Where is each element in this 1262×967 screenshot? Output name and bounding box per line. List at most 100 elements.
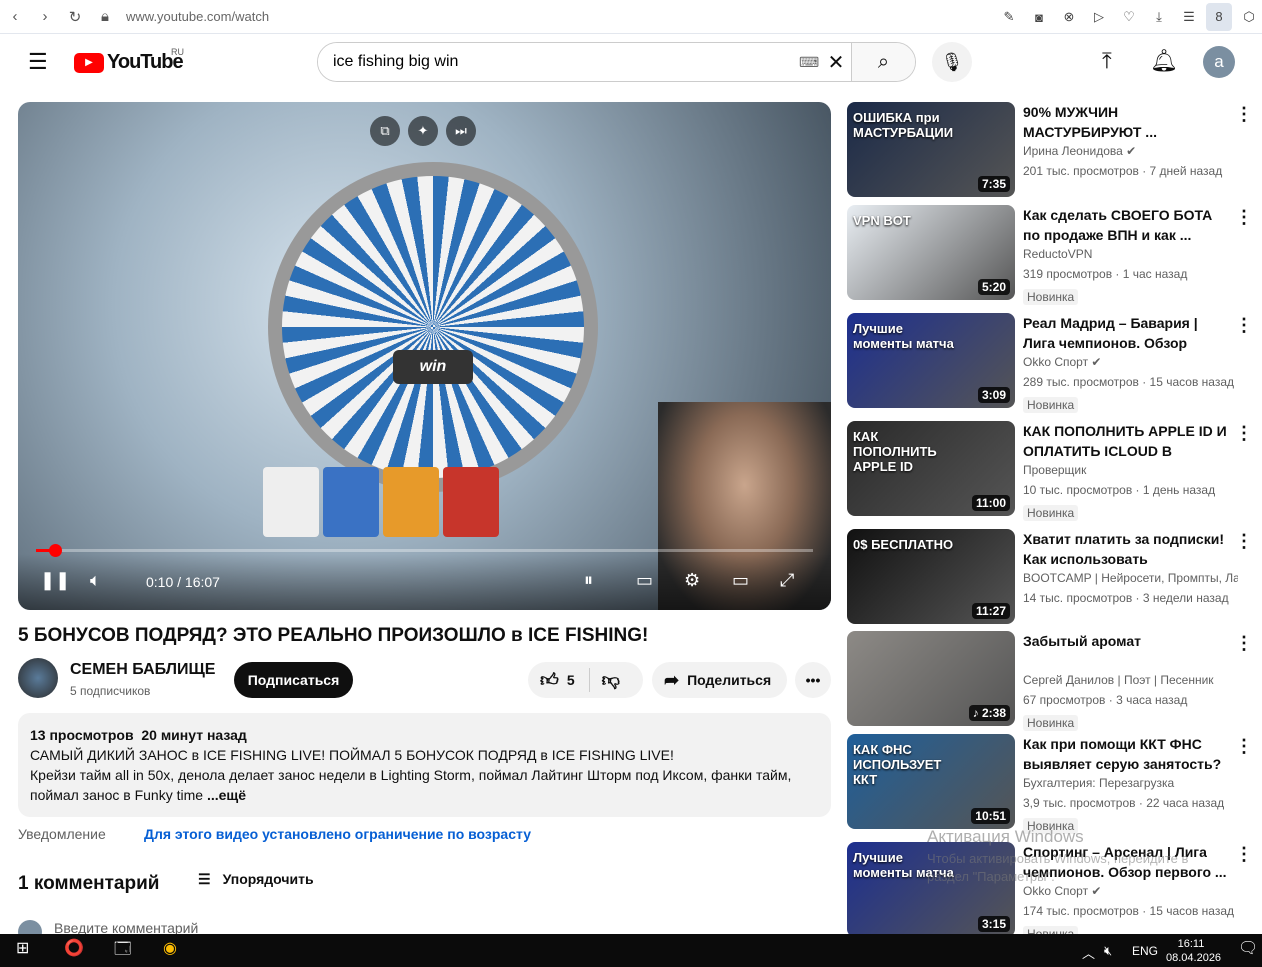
youtube-logo[interactable]: ▶ YouTube	[74, 51, 184, 74]
related-video-channel[interactable]: ReductoVPN	[1023, 247, 1238, 261]
related-video-title[interactable]: КАК ПОПОЛНИТЬ APPLE ID И ОПЛАТИТЬ ICLOUD…	[1023, 421, 1233, 461]
description-box[interactable]: 13 просмотров 20 минут назад САМЫЙ ДИКИЙ…	[18, 713, 831, 817]
subtitles-icon[interactable]: ▭	[636, 570, 653, 591]
search-button[interactable]: ⌕	[851, 43, 915, 81]
forward-icon[interactable]: ›	[30, 8, 60, 25]
avatar[interactable]: a	[1203, 46, 1235, 78]
related-video-channel[interactable]: Сергей Данилов | Поэт | Песенник	[1023, 673, 1238, 687]
keyboard-icon[interactable]: ⌨	[799, 54, 821, 71]
related-video-title[interactable]: Спортинг – Арсенал | Лига чемпионов. Обз…	[1023, 842, 1233, 882]
tray-chevron-icon[interactable]: ︿	[1082, 943, 1095, 962]
related-video-item[interactable]: ♪ 2:38 Забытый аромат Сергей Данилов | П…	[847, 631, 1257, 731]
windows-start-icon[interactable]: ⊞	[16, 938, 29, 958]
mute-icon[interactable]: 🔇︎	[1104, 943, 1112, 959]
subscribe-button[interactable]: Подписаться	[234, 662, 353, 698]
related-video-channel[interactable]: Бухгалтерия: Перезагрузка	[1023, 776, 1238, 790]
related-video-title[interactable]: Хватит платить за подписки! Как использо…	[1023, 529, 1233, 569]
related-video-title[interactable]: Реал Мадрид – Бавария | Лига чемпионов. …	[1023, 313, 1233, 353]
age-restriction-link[interactable]: Для этого видео установлено ограничение …	[144, 826, 531, 842]
related-video-item[interactable]: Лучшие моменты матча 3:15 Спортинг – Арс…	[847, 842, 1257, 942]
address-bar[interactable]: www.youtube.com/watch	[126, 9, 269, 24]
kebab-menu-icon[interactable]: ⋮	[1235, 104, 1253, 125]
camera-icon[interactable]: ◙	[1026, 10, 1052, 25]
related-video-channel[interactable]: BOOTCAMP | Нейросети, Промпты, Ла...	[1023, 571, 1238, 585]
play-icon[interactable]: ▷	[1086, 9, 1112, 25]
video-thumbnail[interactable]: ОШИБКА при МАСТУРБАЦИИ 7:35	[847, 102, 1015, 197]
video-player[interactable]: win ⧉ ✦ ⏭ ❚❚ 🔈︎ 0:10 / 16:07 ⏸ ▭ ⚙ ▭ ⤢	[18, 102, 831, 610]
duration-badge: 10:51	[971, 808, 1010, 824]
language-indicator[interactable]: ENG	[1132, 944, 1158, 958]
show-more-link[interactable]: ...ещё	[207, 787, 246, 803]
related-video-item[interactable]: 0$ БЕСПЛАТНО 11:27 Хватит платить за под…	[847, 529, 1257, 629]
edit-icon[interactable]: ✎	[996, 9, 1022, 25]
kebab-menu-icon[interactable]: ⋮	[1235, 844, 1253, 865]
progress-bar[interactable]	[36, 544, 813, 557]
clock[interactable]: 16:11 08.04.2026	[1166, 937, 1221, 965]
cube-icon[interactable]: ⬡	[1236, 9, 1262, 25]
chrome-icon[interactable]: ◉	[163, 938, 177, 958]
reload-icon[interactable]: ↻	[60, 8, 90, 26]
fullscreen-icon[interactable]: ⤢	[780, 570, 794, 591]
volume-icon[interactable]: 🔈︎	[90, 570, 101, 591]
kebab-menu-icon[interactable]: ⋮	[1235, 736, 1253, 757]
kebab-menu-icon[interactable]: ⋮	[1235, 531, 1253, 552]
video-thumbnail[interactable]: КАК ФНС ИСПОЛЬЗУЕТ ККТ 10:51	[847, 734, 1015, 829]
related-video-title[interactable]: Как при помощи ККТ ФНС выявляет серую за…	[1023, 734, 1233, 774]
miniplayer-icon[interactable]: ⧉	[370, 116, 400, 146]
heart-icon[interactable]: ♡	[1116, 9, 1142, 25]
video-thumbnail[interactable]: Лучшие моменты матча 3:09	[847, 313, 1015, 408]
autoplay-toggle[interactable]: ⏸	[584, 570, 593, 591]
settings-gear-icon[interactable]: ⚙	[684, 570, 700, 591]
related-video-item[interactable]: Лучшие моменты матча 3:09 Реал Мадрид – …	[847, 313, 1257, 413]
kebab-menu-icon[interactable]: ⋮	[1235, 423, 1253, 444]
kebab-menu-icon[interactable]: ⋮	[1235, 207, 1253, 228]
related-video-channel[interactable]: Проверщик	[1023, 463, 1238, 477]
pause-icon[interactable]: ❚❚	[40, 570, 70, 591]
dislike-icon[interactable]: 👎︎	[602, 669, 620, 691]
profile-icon[interactable]: 8	[1206, 3, 1232, 31]
theater-icon[interactable]: ▭	[732, 570, 749, 591]
sparkle-icon[interactable]: ✦	[408, 116, 438, 146]
view-count: 13 просмотров	[30, 727, 134, 743]
related-video-title[interactable]: 90% МУЖЧИН МАСТУРБИРУЮТ ...	[1023, 102, 1233, 142]
notifications-icon[interactable]: 🗨︎	[1238, 938, 1258, 958]
next-icon[interactable]: ⏭	[446, 116, 476, 146]
related-video-item[interactable]: КАК ПОПОЛНИТЬ APPLE ID 11:00 КАК ПОПОЛНИ…	[847, 421, 1257, 521]
video-thumbnail[interactable]: VPN BOT 5:20	[847, 205, 1015, 300]
thumbnail-caption: VPN BOT	[853, 213, 911, 228]
related-video-channel[interactable]: Okko Спорт ✔	[1023, 884, 1238, 898]
search-input[interactable]	[318, 43, 799, 81]
bell-icon[interactable]: 🔔︎	[1150, 48, 1178, 74]
shield-icon[interactable]: ⊗	[1056, 9, 1082, 25]
mic-icon[interactable]: 🎙︎	[932, 42, 972, 82]
share-button[interactable]: ➦ Поделиться	[652, 662, 787, 698]
clear-icon[interactable]: ✕	[821, 50, 851, 75]
video-thumbnail[interactable]: ♪ 2:38	[847, 631, 1015, 726]
video-thumbnail[interactable]: 0$ БЕСПЛАТНО 11:27	[847, 529, 1015, 624]
back-icon[interactable]: ‹	[0, 8, 30, 25]
channel-avatar[interactable]	[18, 658, 58, 698]
play-logo-icon: ▶	[74, 52, 104, 73]
opera-icon[interactable]: ⭕	[64, 938, 84, 958]
settings-icon[interactable]: ☰	[1176, 9, 1202, 25]
explorer-icon[interactable]: 🗔	[114, 938, 131, 965]
kebab-menu-icon[interactable]: ⋮	[1235, 633, 1253, 654]
sort-button[interactable]: ☰ Упорядочить	[198, 871, 314, 888]
related-video-channel[interactable]: Okko Спорт ✔	[1023, 355, 1238, 369]
video-thumbnail[interactable]: Лучшие моменты матча 3:15	[847, 842, 1015, 937]
related-video-item[interactable]: ОШИБКА при МАСТУРБАЦИИ 7:35 90% МУЖЧИН М…	[847, 102, 1257, 202]
channel-name[interactable]: СЕМЕН БАБЛИЩЕ	[70, 661, 215, 679]
related-video-title[interactable]: Забытый аромат	[1023, 631, 1233, 651]
more-actions-button[interactable]: •••	[795, 662, 831, 698]
related-video-item[interactable]: VPN BOT 5:20 Как сделать СВОЕГО БОТА по …	[847, 205, 1257, 305]
related-video-item[interactable]: КАК ФНС ИСПОЛЬЗУЕТ ККТ 10:51 Как при пом…	[847, 734, 1257, 834]
menu-icon[interactable]: ☰	[28, 51, 48, 73]
video-thumbnail[interactable]: КАК ПОПОЛНИТЬ APPLE ID 11:00	[847, 421, 1015, 516]
like-icon[interactable]: 👍︎	[540, 669, 559, 691]
upload-icon[interactable]: ⤒	[1102, 48, 1112, 74]
region-label: RU	[171, 47, 184, 57]
related-video-channel[interactable]: Ирина Леонидова ✔	[1023, 144, 1238, 158]
related-video-title[interactable]: Как сделать СВОЕГО БОТА по продаже ВПН и…	[1023, 205, 1233, 245]
download-icon[interactable]: ⤓	[1146, 9, 1172, 25]
kebab-menu-icon[interactable]: ⋮	[1235, 315, 1253, 336]
